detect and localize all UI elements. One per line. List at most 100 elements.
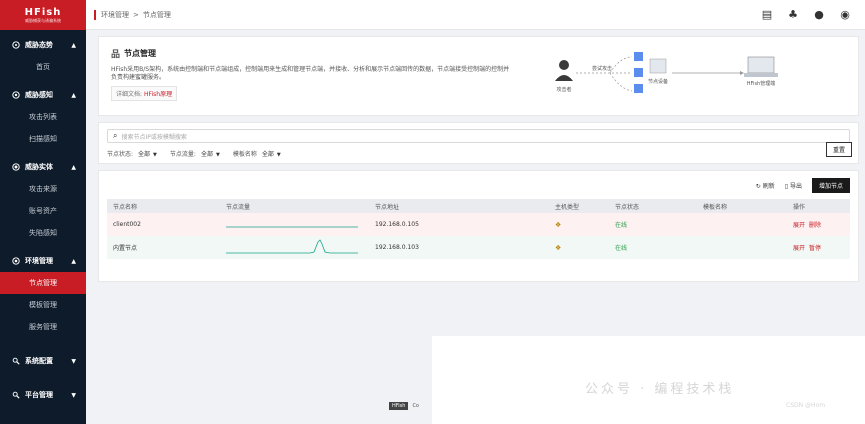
node-device-icon <box>634 52 643 61</box>
sidebar-item-service-management[interactable]: 服务管理 <box>0 316 86 338</box>
column-header: 操作 <box>787 199 850 213</box>
attacker-icon <box>555 60 573 81</box>
sidebar-group-threat-perception[interactable]: 威胁感知 ▲ <box>0 84 86 106</box>
linux-icon: ❖ <box>555 243 562 252</box>
probe-label: 尝试攻击 <box>592 65 612 72</box>
sidebar-group-platform[interactable]: 平台管理 ▼ <box>0 384 86 406</box>
column-header: 主机类型 <box>549 199 609 213</box>
breadcrumb: 环境管理 > 节点管理 <box>101 10 171 20</box>
column-header: 模板名称 <box>697 199 787 213</box>
template-filter-value: 全部 <box>261 151 274 158</box>
expand-link[interactable]: 展开 <box>793 222 805 229</box>
table-header-row: 节点名称 节点流量 节点地址 主机类型 节点状态 模板名称 操作 <box>107 199 850 213</box>
status-filter-value: 全部 <box>138 151 151 158</box>
sidebar-item-scan-perception[interactable]: 扫描感知 <box>0 128 86 150</box>
template-filter-select[interactable]: 全部 ▼ <box>262 149 281 158</box>
user-avatar-icon[interactable]: ◉ <box>839 8 851 21</box>
node-ip: 192.168.0.105 <box>369 213 549 236</box>
refresh-button[interactable]: ↻ 刷新 <box>756 181 775 190</box>
sidebar-group-system-config[interactable]: 系统配置 ▼ <box>0 350 86 372</box>
status-filter-label: 节点状态: <box>107 151 134 158</box>
console-label: HFish管理端 <box>747 80 775 87</box>
sidebar-item-template-management[interactable]: 模板管理 <box>0 294 86 316</box>
attacker-label: 攻击者 <box>556 86 571 93</box>
node-name: 内置节点 <box>107 236 220 259</box>
doc-link-box[interactable]: 详细文档: HFish原理 <box>111 86 178 101</box>
node-table: 节点名称 节点流量 节点地址 主机类型 节点状态 模板名称 操作 client0… <box>107 199 850 259</box>
traffic-filter-select[interactable]: 全部 ▼ <box>201 149 220 158</box>
logo-title: HFish <box>24 6 62 18</box>
sidebar-group-label: 平台管理 <box>25 391 53 399</box>
console-base-icon <box>744 73 778 77</box>
sidebar-item-attack-source[interactable]: 攻击来源 <box>0 178 86 200</box>
sidebar-item-attack-list[interactable]: 攻击列表 <box>0 106 86 128</box>
status-filter-select[interactable]: 全部 ▼ <box>138 149 157 158</box>
sidebar-group-environment[interactable]: 环境管理 ▲ <box>0 250 86 272</box>
add-node-button[interactable]: 增加节点 <box>811 177 850 193</box>
host-type-cell: ❖ <box>549 236 609 259</box>
export-label: 导出 <box>789 182 802 190</box>
sidebar-group-label: 威胁实体 <box>25 163 53 171</box>
search-input[interactable]: ⌕ 搜索节点IP或按模糊搜索 <box>107 129 850 143</box>
sidebar-item-compromise-perception[interactable]: 失陷感知 <box>0 222 86 244</box>
sidebar-group-label: 系统配置 <box>25 357 53 365</box>
table-row[interactable]: 内置节点 192.168.0.103 ❖ 在线 展开 暂停 <box>107 236 850 259</box>
table-row[interactable]: client002 192.168.0.105 ❖ 在线 展开 删除 <box>107 213 850 236</box>
bell-icon[interactable]: ♣ <box>787 8 799 21</box>
column-header: 节点流量 <box>220 199 369 213</box>
traffic-cell <box>220 213 369 236</box>
sidebar-item-account-assets[interactable]: 账号资产 <box>0 200 86 222</box>
node-status: 在线 <box>609 213 697 236</box>
sidebar-group-label: 威胁感知 <box>25 91 53 99</box>
breadcrumb-separator: > <box>133 10 139 19</box>
node-table-card: ↻ 刷新 ▯ 导出 增加节点 节点名称 节点流量 节点地址 主机类型 节点状态 … <box>98 170 859 282</box>
branch-lines <box>609 56 633 92</box>
logo-subtitle: 威胁捕获与诱骗系统 <box>25 17 61 23</box>
pause-link[interactable]: 暂停 <box>809 245 821 252</box>
traffic-filter-value: 全部 <box>200 151 213 158</box>
message-icon[interactable]: ● <box>813 8 825 21</box>
settings-icon <box>12 257 20 265</box>
doc-link[interactable]: HFish原理 <box>144 91 172 98</box>
template-name <box>697 213 787 236</box>
architecture-diagram: 攻击者 尝试攻击 节点设备 HFish管理端 <box>555 52 778 93</box>
export-button[interactable]: ▯ 导出 <box>785 181 802 190</box>
filter-card: ⌕ 搜索节点IP或按模糊搜索 节点状态: 全部 ▼ 节点流量: 全部 ▼ 模板名称 … <box>98 122 859 164</box>
book-icon[interactable]: ▤ <box>761 8 773 21</box>
refresh-label: 刷新 <box>762 182 775 190</box>
refresh-icon: ↻ <box>755 182 763 190</box>
chevron-up-icon: ▲ <box>71 257 76 265</box>
radar-icon <box>12 41 20 49</box>
table-actions: ↻ 刷新 ▯ 导出 增加节点 <box>107 177 850 193</box>
breadcrumb-marker <box>94 9 96 20</box>
topbar-icons: ▤ ♣ ● ◉ <box>761 8 865 21</box>
node-device-icon <box>634 84 643 93</box>
sidebar: HFish 威胁捕获与诱骗系统 威胁态势 ▲ 首页 威胁感知 ▲ 攻击列表 扫描… <box>0 0 86 424</box>
delete-link[interactable]: 删除 <box>809 222 821 229</box>
sidebar-item-home[interactable]: 首页 <box>0 56 86 78</box>
expand-link[interactable]: 展开 <box>793 245 805 252</box>
sidebar-group-threat-entity[interactable]: 威胁实体 ▲ <box>0 156 86 178</box>
chevron-up-icon: ▲ <box>71 41 76 49</box>
target-icon <box>12 163 20 171</box>
template-filter-label: 模板名称 <box>232 151 257 158</box>
sidebar-group-threat-situation[interactable]: 威胁态势 ▲ <box>0 34 86 56</box>
breadcrumb-item-current: 节点管理 <box>142 10 171 19</box>
doc-label: 详细文档: <box>116 91 143 98</box>
node-status: 在线 <box>609 236 697 259</box>
breadcrumb-item[interactable]: 环境管理 <box>101 11 129 19</box>
arrow-icon <box>740 71 744 75</box>
node-server-icon <box>649 58 667 74</box>
row-actions: 展开 暂停 <box>787 236 850 259</box>
footer-text: Co <box>412 403 419 409</box>
traffic-cell <box>220 236 369 259</box>
console-monitor-icon <box>747 56 775 74</box>
logo[interactable]: HFish 威胁捕获与诱骗系统 <box>0 0 86 30</box>
sidebar-item-node-management[interactable]: 节点管理 <box>0 272 86 294</box>
chevron-down-icon: ▼ <box>71 391 76 399</box>
template-name <box>697 236 787 259</box>
node-label: 节点设备 <box>648 78 668 85</box>
reset-button[interactable]: 重置 <box>825 142 852 157</box>
traffic-sparkline <box>226 238 358 253</box>
row-actions: 展开 删除 <box>787 213 850 236</box>
